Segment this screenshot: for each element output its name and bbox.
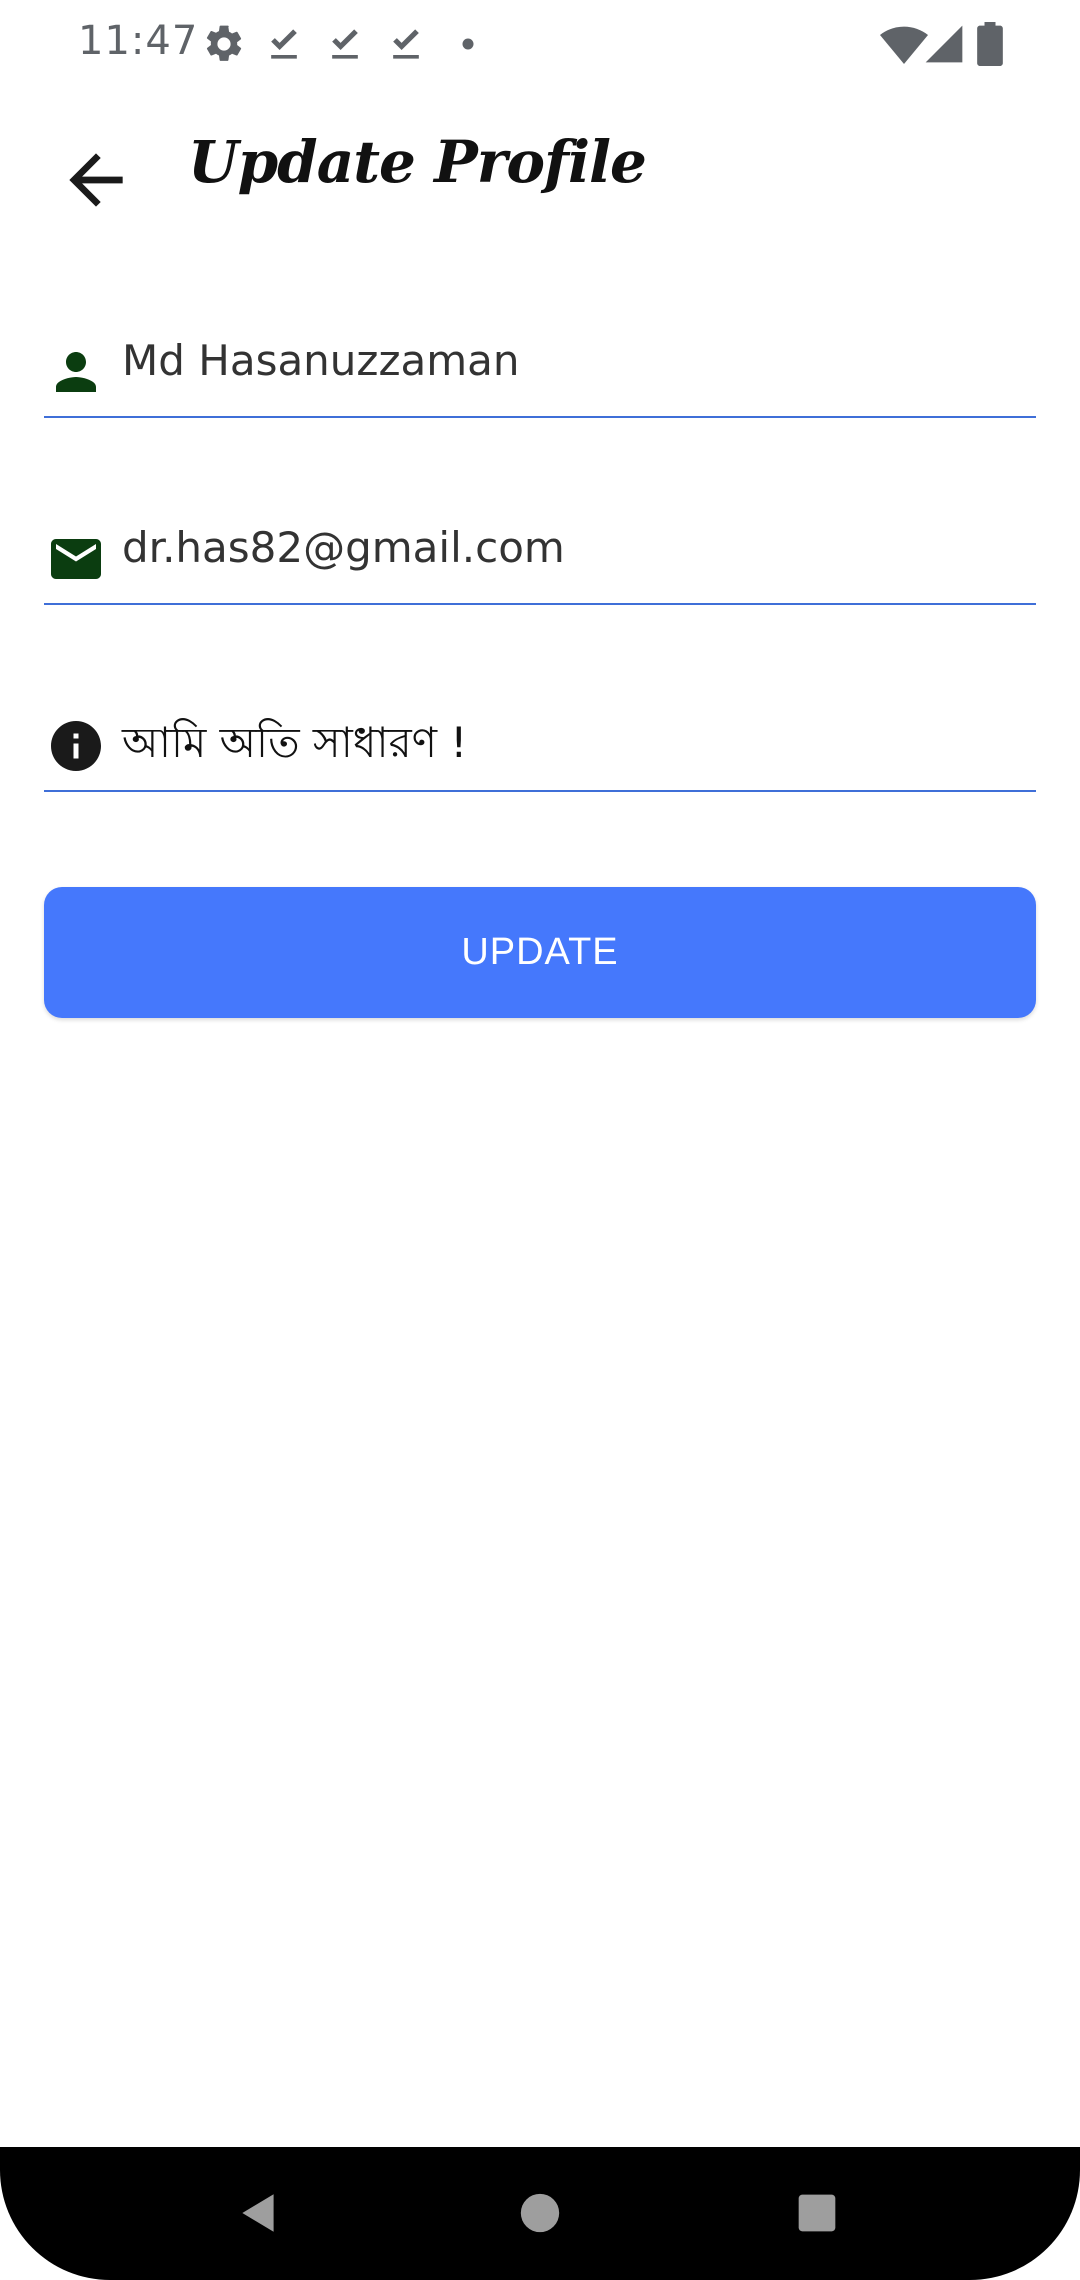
wifi-icon bbox=[880, 22, 928, 66]
back-button[interactable] bbox=[48, 132, 144, 228]
mail-icon bbox=[46, 529, 106, 589]
person-icon bbox=[46, 342, 106, 402]
name-field[interactable]: Md Hasanuzzaman bbox=[44, 326, 1036, 418]
signal-icon bbox=[922, 22, 966, 66]
arrow-back-icon bbox=[69, 153, 123, 207]
system-nav-bar bbox=[0, 2147, 1080, 2280]
nav-recents-icon[interactable] bbox=[781, 2177, 853, 2249]
battery-icon bbox=[970, 22, 1010, 66]
status-bar: 11:47 bbox=[0, 0, 1080, 88]
download-done-icon bbox=[262, 22, 306, 66]
settings-icon bbox=[202, 22, 246, 66]
dot-icon bbox=[446, 22, 490, 66]
bio-field[interactable]: আমি অতি সাধারণ ! bbox=[44, 700, 1036, 792]
nav-back-icon[interactable] bbox=[223, 2177, 295, 2249]
nav-home-icon[interactable] bbox=[504, 2177, 576, 2249]
download-done-icon bbox=[323, 22, 367, 66]
page-title: Update Profile bbox=[188, 128, 647, 196]
update-button[interactable]: UPDATE bbox=[44, 887, 1036, 1018]
update-profile-screen: 11:47 Update Profile Md Hasanuzzaman dr.… bbox=[0, 0, 1080, 2280]
bio-value: আমি অতি সাধারণ ! bbox=[122, 718, 468, 767]
name-value: Md Hasanuzzaman bbox=[122, 336, 520, 385]
info-icon bbox=[46, 716, 106, 776]
email-value: dr.has82@gmail.com bbox=[122, 523, 565, 572]
status-time: 11:47 bbox=[78, 18, 199, 64]
download-done-icon bbox=[384, 22, 428, 66]
email-field[interactable]: dr.has82@gmail.com bbox=[44, 513, 1036, 605]
